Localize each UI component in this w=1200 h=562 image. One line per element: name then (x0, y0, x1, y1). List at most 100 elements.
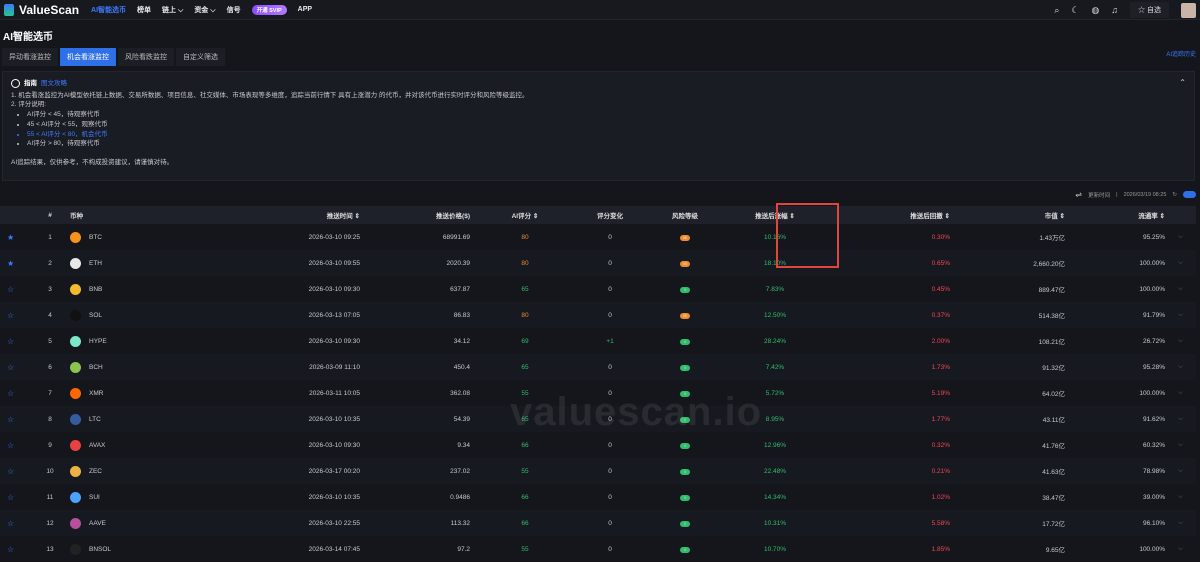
star-outline-icon[interactable]: ☆ (0, 484, 30, 510)
star-outline-icon[interactable]: ☆ (0, 406, 30, 432)
tab-custom-filter[interactable]: 自定义筛选 (176, 48, 225, 66)
coin-symbol[interactable]: HYPE (89, 338, 107, 345)
col-circulation[interactable]: 流通率 ⇕ (1065, 206, 1165, 224)
chevron-down-icon[interactable]: ⌵ (1165, 484, 1196, 510)
coin-symbol[interactable]: AAVE (89, 520, 106, 527)
star-outline-icon[interactable]: ☆ (0, 510, 30, 536)
nav-rankings[interactable]: 榜单 (137, 5, 151, 15)
ai-history-link[interactable]: AI追踪历史 (1166, 49, 1196, 58)
table-row[interactable]: ☆ 12 AAVE 2026-03-10 22:55 113.32 66 0 I… (0, 510, 1196, 536)
market-cap: 41.63亿 (950, 458, 1065, 484)
table-row[interactable]: ☆ 9 AVAX 2026-03-10 09:30 9.34 66 0 I 12… (0, 432, 1196, 458)
star-outline-icon[interactable]: ☆ (0, 458, 30, 484)
chevron-down-icon[interactable]: ⌵ (1165, 432, 1196, 458)
star-outline-icon[interactable]: ☆ (0, 302, 30, 328)
svip-button[interactable]: 开通 SVIP (251, 4, 287, 15)
push-time: 2026-03-10 09:55 (170, 250, 360, 276)
nav-funds[interactable]: 资金 ⌵ (194, 5, 215, 15)
star-outline-icon[interactable]: ☆ (0, 276, 30, 302)
score-change: 0 (608, 545, 612, 553)
market-cap: 9.65亿 (1045, 547, 1065, 554)
star-outline-icon[interactable]: ☆ (0, 536, 30, 562)
filter-settings-icon[interactable]: ⇌ (1075, 190, 1082, 199)
table-row[interactable]: ★ 2 ETH 2026-03-10 09:55 2020.39 80 0 II… (0, 250, 1196, 276)
coin-symbol[interactable]: BNB (89, 286, 102, 293)
table-row[interactable]: ☆ 11 SUI 2026-03-10 10:35 0.9486 66 0 I … (0, 484, 1196, 510)
coin-symbol[interactable]: ETH (89, 260, 102, 267)
tab-risk-bearish[interactable]: 风险看跌监控 (118, 48, 174, 66)
coin-symbol[interactable]: ZEC (89, 468, 102, 475)
coin-symbol[interactable]: SOL (89, 312, 102, 319)
bell-icon[interactable]: ♫ (1111, 5, 1118, 15)
chevron-down-icon[interactable]: ⌵ (1165, 328, 1196, 354)
table-row[interactable]: ☆ 5 HYPE 2026-03-10 09:30 34.12 69 +1 I … (0, 328, 1196, 354)
chevron-down-icon[interactable]: ⌵ (1165, 536, 1196, 562)
table-row[interactable]: ☆ 13 BNSOL 2026-03-14 07:45 97.2 55 0 I … (0, 536, 1196, 562)
coin-symbol[interactable]: BCH (89, 364, 103, 371)
rank: 7 (48, 389, 52, 397)
coin-icon (70, 309, 81, 321)
col-push-price: 推送价格($) (360, 206, 470, 224)
nav-onchain[interactable]: 链上 ⌵ (162, 5, 183, 15)
circulation-rate: 60.32% (1142, 441, 1165, 449)
auto-refresh-toggle[interactable] (1183, 191, 1196, 198)
risk-cell: I (640, 510, 730, 536)
star-outline-icon[interactable]: ☆ (0, 380, 30, 406)
coin-symbol[interactable]: BNSOL (89, 546, 111, 553)
star-outline-icon[interactable]: ☆ (0, 328, 30, 354)
refresh-icon[interactable]: ↻ (1172, 192, 1177, 198)
chevron-down-icon[interactable]: ⌵ (1165, 250, 1196, 276)
risk-cell: III (640, 250, 730, 276)
search-icon[interactable]: ⌕ (1054, 5, 1059, 16)
chevron-down-icon[interactable]: ⌵ (1165, 406, 1196, 432)
watchlist-button[interactable]: ☆ 自选 (1130, 2, 1169, 18)
star-outline-icon[interactable]: ☆ (0, 354, 30, 380)
table-row[interactable]: ★ 1 BTC 2026-03-10 09:25 68991.69 80 0 I… (0, 224, 1196, 250)
nav-ai-select[interactable]: AI智能选币 (91, 5, 126, 15)
coin-symbol[interactable]: AVAX (89, 442, 105, 449)
rise-after-push: 12.96% (763, 441, 787, 449)
globe-icon[interactable]: ◍ (1091, 5, 1099, 16)
rise-after-push: 7.83% (765, 285, 785, 293)
table-row[interactable]: ☆ 10 ZEC 2026-03-17 00:20 237.02 55 0 I … (0, 458, 1196, 484)
risk-cell: I (640, 432, 730, 458)
chevron-down-icon[interactable]: ⌵ (1165, 458, 1196, 484)
star-outline-icon[interactable]: ☆ (0, 432, 30, 458)
tab-anomaly-bullish[interactable]: 异动看涨监控 (2, 48, 58, 66)
nav-signals[interactable]: 信号 (227, 5, 241, 15)
coin-symbol[interactable]: SUI (89, 494, 100, 501)
logo[interactable]: ValueScan (4, 3, 79, 17)
chevron-down-icon[interactable]: ⌵ (1165, 380, 1196, 406)
col-push-time[interactable]: 推送时间 ⇕ (170, 206, 360, 224)
score-change: 0 (580, 510, 640, 536)
star-filled-icon[interactable]: ★ (0, 224, 30, 250)
push-price: 86.83 (360, 302, 470, 328)
coin-symbol[interactable]: XMR (89, 390, 103, 397)
nav-app[interactable]: APP (298, 6, 312, 13)
coin-icon (70, 491, 81, 503)
chevron-up-icon[interactable]: ⌃ (1179, 78, 1186, 88)
tab-opportunity-bullish[interactable]: 机会看涨监控 (60, 48, 116, 66)
chevron-down-icon[interactable]: ⌵ (1165, 354, 1196, 380)
coin-symbol[interactable]: LTC (89, 416, 101, 423)
col-drawdown-after-push[interactable]: 推送后回撤 ⇕ (820, 206, 950, 224)
col-market-cap[interactable]: 市值 ⇕ (950, 206, 1065, 224)
chevron-down-icon[interactable]: ⌵ (1165, 510, 1196, 536)
coin-symbol[interactable]: BTC (89, 234, 102, 241)
chevron-down-icon[interactable]: ⌵ (1165, 302, 1196, 328)
chevron-down-icon[interactable]: ⌵ (1165, 276, 1196, 302)
disclaimer: AI追踪结果，仅供参考，不构成投资建议，请谨慎对待。 (11, 158, 174, 166)
chevron-down-icon[interactable]: ⌵ (1165, 224, 1196, 250)
rank: 6 (30, 354, 70, 380)
table-row[interactable]: ☆ 6 BCH 2026-03-09 11:10 450.4 65 0 I 7.… (0, 354, 1196, 380)
table-row[interactable]: ☆ 3 BNB 2026-03-10 09:30 637.87 65 0 I 7… (0, 276, 1196, 302)
star-filled-icon[interactable]: ★ (0, 250, 30, 276)
market-cap: 38.47亿 (1042, 495, 1065, 502)
table-row[interactable]: ☆ 4 SOL 2026-03-13 07:05 86.83 80 0 III … (0, 302, 1196, 328)
risk-cell: I (640, 458, 730, 484)
moon-icon[interactable]: ☾ (1071, 5, 1079, 16)
guide-link[interactable]: 图文攻略 (41, 79, 67, 89)
coin-cell: ETH (70, 250, 170, 276)
avatar[interactable] (1181, 2, 1196, 18)
col-ai-score[interactable]: AI评分 ⇕ (470, 206, 580, 224)
